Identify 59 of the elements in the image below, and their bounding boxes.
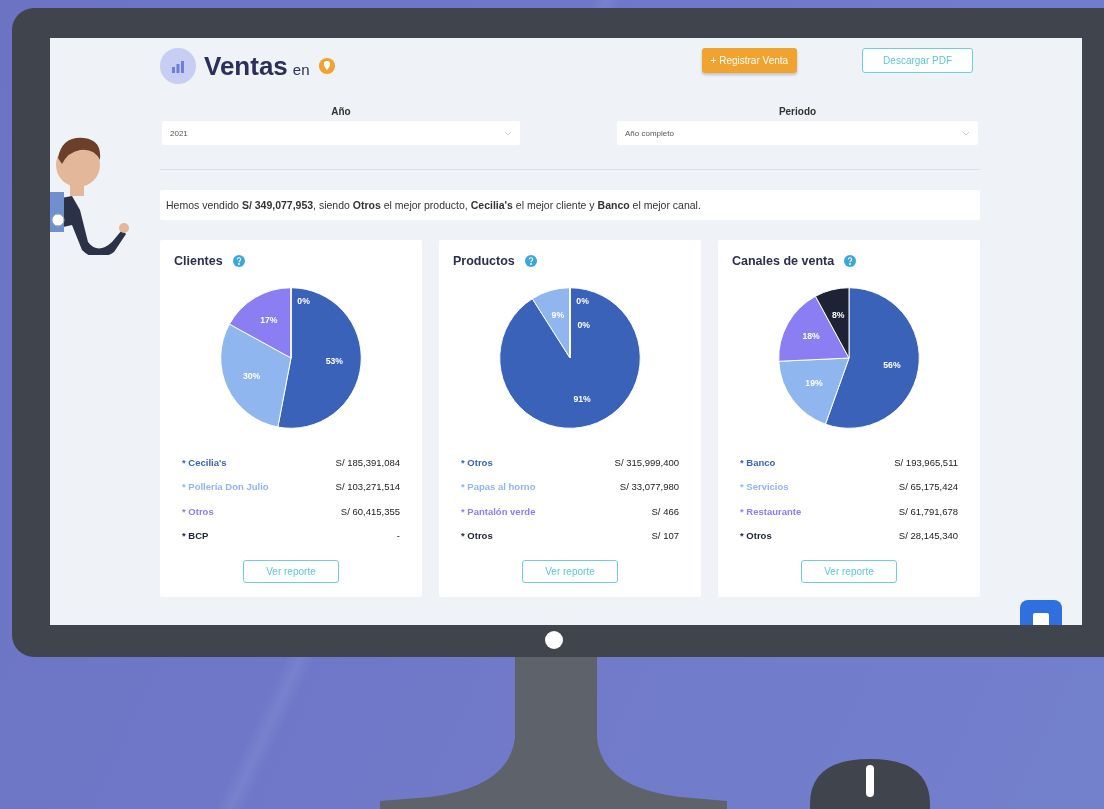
slice-label: 53%	[325, 356, 344, 367]
slice-label: 0%	[297, 296, 310, 307]
legend-label: * Pantalón verde	[461, 505, 536, 517]
legend-label: * Cecilia's	[182, 456, 227, 468]
view-report-button[interactable]: Ver reporte	[243, 560, 339, 583]
legend-label: * Banco	[740, 456, 776, 468]
help-icon[interactable]	[232, 255, 245, 267]
camera-dot	[545, 631, 563, 649]
legend-value: S/ 107	[651, 530, 679, 542]
legend-label: * Restaurante	[740, 505, 802, 517]
legend-label: * Pollería Don Julio	[182, 481, 269, 493]
register-sale-button[interactable]: + Registrar Venta	[701, 48, 798, 73]
card-title: Canales de venta	[732, 254, 835, 268]
location-pin-icon[interactable]	[317, 57, 336, 75]
slice-label: 17%	[260, 314, 278, 325]
page-title: Ventas	[204, 50, 288, 82]
legend-value: S/ 315,999,400	[614, 456, 679, 468]
slice-label: 0%	[577, 319, 590, 330]
slice-label: 56%	[883, 359, 901, 370]
legend-value: -	[396, 530, 400, 542]
slice-label: 18%	[802, 330, 820, 341]
legend-label: * Otros	[461, 456, 493, 468]
filter-label: Periodo	[777, 106, 818, 117]
legend-value: S/ 466	[651, 505, 679, 517]
card-title: Clientes	[174, 254, 223, 268]
slice-label: 30%	[242, 370, 261, 381]
legend-label: * Papas al horno	[461, 481, 536, 493]
legend-label: * Otros	[740, 530, 772, 542]
legend-label: * BCP	[182, 530, 209, 542]
slice-label: 19%	[805, 378, 823, 389]
legend-label: * Servicios	[740, 481, 789, 493]
legend-label: * Otros	[461, 530, 493, 542]
view-report-button[interactable]: Ver reporte	[522, 560, 618, 583]
view-report-button[interactable]: Ver reporte	[801, 560, 897, 583]
summary-text: Hemos vendido S/ 349,077,953, siendo Otros el mejor producto, Cecilia's el mejor cliente y Banco el mejor canal.	[160, 190, 980, 220]
slice-label: 9%	[551, 310, 565, 321]
help-icon[interactable]	[844, 255, 857, 267]
dropdown-field[interactable]: Año completo	[617, 121, 978, 145]
chevron-down-icon	[962, 130, 970, 136]
legend-value: S/ 103,271,514	[335, 481, 400, 493]
slice-label: 8%	[832, 310, 845, 321]
legend-value: S/ 60,415,355	[340, 505, 400, 517]
help-icon[interactable]	[524, 255, 537, 267]
card-title: Productos	[453, 254, 515, 268]
slice-label: 0%	[576, 296, 589, 307]
legend-value: S/ 185,391,084	[335, 456, 400, 468]
chart-icon	[160, 48, 196, 84]
legend-value: S/ 33,077,980	[619, 481, 679, 493]
filter-label: Año	[330, 106, 352, 117]
slice-label: 91%	[573, 394, 591, 405]
legend-value: S/ 28,145,340	[898, 530, 958, 542]
download-pdf-button[interactable]: Descargar PDF	[862, 48, 973, 73]
legend-label: * Otros	[182, 505, 214, 517]
legend-value: S/ 65,175,424	[898, 481, 958, 493]
legend-value: S/ 61,791,678	[898, 505, 958, 517]
dropdown-field[interactable]: 2021	[162, 121, 520, 145]
chevron-down-icon	[504, 130, 512, 136]
page-subtitle: en	[292, 60, 310, 78]
legend-value: S/ 193,965,511	[894, 456, 958, 468]
